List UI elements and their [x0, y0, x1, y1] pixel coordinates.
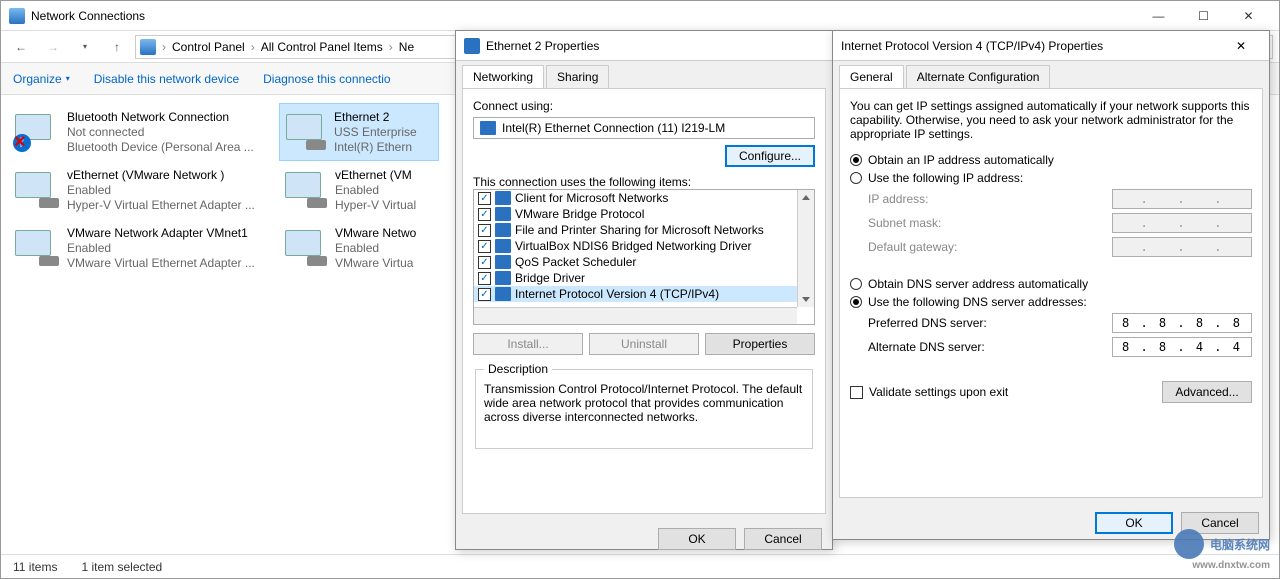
forward-button[interactable]: →: [39, 35, 67, 59]
tab-general[interactable]: General: [839, 65, 904, 88]
dialog-title: Ethernet 2 Properties: [486, 39, 824, 53]
items-label: This connection uses the following items…: [473, 175, 815, 189]
watermark: 电脑系统网 www.dnxtw.com: [1174, 529, 1270, 559]
field-preferred-dns[interactable]: Preferred DNS server:8 . 8 . 8 . 8: [868, 313, 1252, 333]
field-alternate-dns[interactable]: Alternate DNS server:8 . 8 . 4 . 4: [868, 337, 1252, 357]
minimize-button[interactable]: —: [1136, 2, 1181, 30]
maximize-button[interactable]: ☐: [1181, 2, 1226, 30]
disable-device-button[interactable]: Disable this network device: [94, 72, 239, 86]
eth-ok-button[interactable]: OK: [658, 528, 736, 550]
titlebar: Network Connections — ☐ ✕: [1, 1, 1279, 31]
radio-dns-manual[interactable]: Use the following DNS server addresses:: [850, 295, 1252, 309]
adapter-vethernet-vmware[interactable]: vEthernet (VMware Network )EnabledHyper-…: [9, 161, 279, 219]
item-file-printer[interactable]: ✓File and Printer Sharing for Microsoft …: [474, 222, 814, 238]
app-icon: [9, 8, 25, 24]
advanced-button[interactable]: Advanced...: [1162, 381, 1252, 403]
properties-button[interactable]: Properties: [705, 333, 815, 355]
location-icon: [140, 39, 156, 55]
item-qos[interactable]: ✓QoS Packet Scheduler: [474, 254, 814, 270]
configure-button[interactable]: Configure...: [725, 145, 815, 167]
adapter-vmnet1[interactable]: VMware Network Adapter VMnet1EnabledVMwa…: [9, 219, 279, 277]
field-ip-address: IP address:. . .: [868, 189, 1252, 209]
adapter-bluetooth[interactable]: ᛒ✕ Bluetooth Network ConnectionNot conne…: [9, 103, 279, 161]
item-vmware-bridge[interactable]: ✓VMware Bridge Protocol: [474, 206, 814, 222]
window-title: Network Connections: [31, 9, 1136, 23]
crumb-current[interactable]: Ne: [395, 40, 418, 54]
recent-dropdown[interactable]: ▾: [71, 35, 99, 59]
uninstall-button[interactable]: Uninstall: [589, 333, 699, 355]
organize-menu[interactable]: Organize ▾: [13, 72, 70, 86]
item-tcpipv4[interactable]: ✓Internet Protocol Version 4 (TCP/IPv4): [474, 286, 814, 302]
tab-networking[interactable]: Networking: [462, 65, 544, 88]
install-button[interactable]: Install...: [473, 333, 583, 355]
adapter-vmware-netwo[interactable]: VMware NetwoEnabledVMware Virtua: [279, 219, 439, 277]
adapter-icon: [480, 121, 496, 135]
tab-alternate[interactable]: Alternate Configuration: [906, 65, 1051, 88]
radio-dns-auto[interactable]: Obtain DNS server address automatically: [850, 277, 1252, 291]
item-vbox-ndis[interactable]: ✓VirtualBox NDIS6 Bridged Networking Dri…: [474, 238, 814, 254]
dialog-icon: [464, 38, 480, 54]
adapter-name-box: Intel(R) Ethernet Connection (11) I219-L…: [473, 117, 815, 139]
selected-count: 1 item selected: [81, 560, 162, 574]
up-button[interactable]: ↑: [103, 35, 131, 59]
chevron-right-icon: ›: [162, 40, 166, 54]
description-text: Transmission Control Protocol/Internet P…: [484, 382, 804, 424]
back-button[interactable]: ←: [7, 35, 35, 59]
diagnose-button[interactable]: Diagnose this connectio: [263, 72, 390, 86]
close-button[interactable]: ✕: [1226, 2, 1271, 30]
scrollbar-horizontal[interactable]: [474, 307, 797, 324]
item-count: 11 items: [13, 560, 57, 574]
radio-ip-auto[interactable]: Obtain an IP address automatically: [850, 153, 1252, 167]
ipv4-close-button[interactable]: ✕: [1221, 32, 1261, 60]
adapter-ethernet2[interactable]: Ethernet 2USS EnterpriseIntel(R) Ethern: [279, 103, 439, 161]
network-items-list[interactable]: ✓Client for Microsoft Networks ✓VMware B…: [473, 189, 815, 325]
ipv4-dialog-title: Internet Protocol Version 4 (TCP/IPv4) P…: [841, 39, 1221, 53]
adapter-vethernet-vm[interactable]: vEthernet (VMEnabledHyper-V Virtual: [279, 161, 439, 219]
item-client-msn[interactable]: ✓Client for Microsoft Networks: [474, 190, 814, 206]
eth-cancel-button[interactable]: Cancel: [744, 528, 822, 550]
ipv4-properties-dialog: Internet Protocol Version 4 (TCP/IPv4) P…: [832, 30, 1270, 540]
item-bridge-driver[interactable]: ✓Bridge Driver: [474, 270, 814, 286]
description-group: Description Transmission Control Protoco…: [475, 369, 813, 449]
ipv4-intro: You can get IP settings assigned automat…: [850, 99, 1252, 141]
checkbox-validate[interactable]: Validate settings upon exit: [850, 385, 1008, 399]
tab-sharing[interactable]: Sharing: [546, 65, 609, 88]
chevron-right-icon: ›: [251, 40, 255, 54]
connect-using-label: Connect using:: [473, 99, 815, 113]
scrollbar-vertical[interactable]: [797, 190, 814, 307]
field-subnet-mask: Subnet mask:. . .: [868, 213, 1252, 233]
chevron-right-icon: ›: [389, 40, 393, 54]
ethernet-properties-dialog: Ethernet 2 Properties Networking Sharing…: [455, 30, 833, 550]
ipv4-ok-button[interactable]: OK: [1095, 512, 1173, 534]
description-label: Description: [484, 362, 552, 376]
radio-ip-manual[interactable]: Use the following IP address:: [850, 171, 1252, 185]
field-default-gateway: Default gateway:. . .: [868, 237, 1252, 257]
crumb-control-panel[interactable]: Control Panel: [168, 40, 249, 54]
crumb-all-items[interactable]: All Control Panel Items: [257, 40, 387, 54]
house-icon: [1174, 529, 1204, 559]
